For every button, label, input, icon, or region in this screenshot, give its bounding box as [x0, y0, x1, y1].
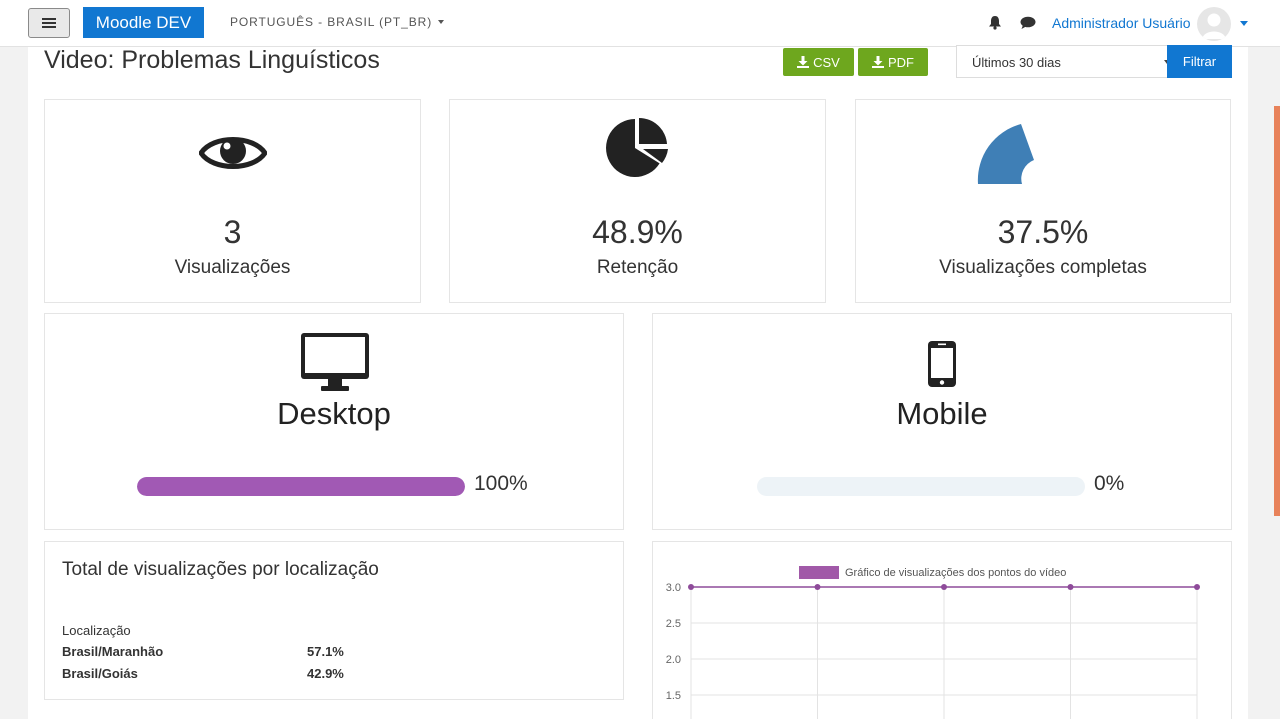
location-row: Brasil/Maranhão 57.1%: [62, 644, 362, 659]
period-select[interactable]: Últimos 30 dias: [956, 45, 1170, 78]
user-menu-name[interactable]: Administrador Usuário: [1052, 15, 1191, 31]
chat-icon[interactable]: [1020, 16, 1036, 30]
chevron-down-icon: [438, 20, 445, 24]
export-pdf-label: PDF: [888, 54, 914, 70]
location-column-header: Localização: [62, 623, 131, 638]
user-avatar-icon: [1202, 13, 1226, 39]
hamburger-icon: [42, 18, 56, 28]
export-pdf-button[interactable]: PDF: [858, 48, 928, 76]
page-title: Video: Problemas Linguísticos: [44, 46, 380, 74]
location-percent: 57.1%: [307, 644, 344, 659]
location-percent: 42.9%: [307, 666, 344, 681]
data-point: [941, 584, 947, 590]
top-navbar: Moodle DEV PORTUGUÊS - BRASIL (PT_BR) Ad…: [0, 0, 1280, 47]
mobile-title: Mobile: [896, 396, 988, 431]
mobile-progress-bar: [757, 477, 1085, 496]
y-tick-label: 3.0: [666, 582, 681, 594]
views-card: 3 Visualizações: [44, 99, 421, 303]
menu-toggle-button[interactable]: [28, 8, 70, 38]
download-icon: [872, 56, 884, 68]
line-chart: 3.0 2.5 2.0 1.5: [666, 582, 1200, 719]
desktop-progress-bar: [137, 477, 465, 496]
pie-chart-icon: [605, 117, 668, 177]
export-csv-button[interactable]: CSV: [783, 48, 854, 76]
arc-icon: [977, 124, 1034, 184]
y-tick-label: 1.5: [666, 690, 681, 702]
user-menu-chevron-icon[interactable]: [1240, 21, 1248, 26]
data-point: [1067, 584, 1074, 590]
download-icon: [797, 56, 810, 68]
period-select-value: Últimos 30 dias: [972, 55, 1061, 70]
language-label: PORTUGUÊS - BRASIL (PT_BR): [230, 15, 433, 29]
location-name: Brasil/Maranhão: [62, 644, 164, 659]
language-menu[interactable]: PORTUGUÊS - BRASIL (PT_BR): [230, 15, 445, 29]
video-points-chart-card: Gráfico de visualizações dos pontos do v…: [652, 541, 1232, 719]
bell-icon[interactable]: [988, 15, 1002, 30]
views-label: Visualizações: [174, 257, 291, 278]
desktop-percent: 100%: [474, 472, 528, 495]
complete-views-label: Visualizações completas: [939, 257, 1147, 278]
mobile-percent: 0%: [1094, 472, 1125, 495]
complete-views-value: 37.5%: [997, 214, 1089, 250]
retention-label: Retenção: [596, 257, 679, 278]
complete-views-card: 37.5% Visualizações completas: [855, 99, 1231, 303]
avatar[interactable]: [1197, 7, 1231, 41]
location-name: Brasil/Goiás: [62, 666, 138, 681]
location-card: Total de visualizações por localização L…: [44, 541, 624, 700]
export-csv-label: CSV: [813, 54, 840, 70]
data-point: [1194, 584, 1200, 590]
scrollbar-thumb[interactable]: [1274, 106, 1280, 516]
desktop-title: Desktop: [277, 396, 391, 431]
data-point: [814, 584, 821, 590]
data-point: [688, 584, 694, 590]
desktop-card: Desktop 100%: [44, 313, 624, 530]
location-title: Total de visualizações por localização: [62, 559, 379, 580]
desktop-icon: [301, 333, 369, 391]
mobile-card: Mobile 0%: [652, 313, 1232, 530]
mobile-icon: [928, 341, 956, 387]
eye-icon: [198, 137, 267, 169]
retention-value: 48.9%: [592, 214, 683, 250]
filter-button[interactable]: Filtrar: [1167, 45, 1232, 78]
y-tick-label: 2.0: [666, 654, 681, 666]
site-brand-button[interactable]: Moodle DEV: [83, 7, 204, 38]
desktop-progress-fill: [137, 477, 465, 496]
views-value: 3: [223, 214, 242, 250]
retention-card: 48.9% Retenção: [449, 99, 826, 303]
y-tick-label: 2.5: [666, 618, 681, 630]
location-row: Brasil/Goiás 42.9%: [62, 666, 362, 681]
